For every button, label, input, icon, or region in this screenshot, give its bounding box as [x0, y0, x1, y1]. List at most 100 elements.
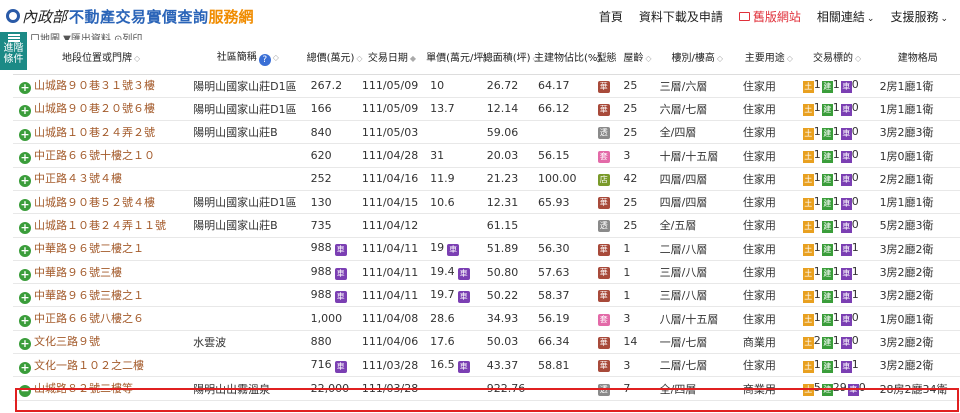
- address-link[interactable]: 山城路９０巷３１號３樓: [34, 79, 155, 92]
- column-header[interactable]: 屋齡 ◇: [619, 44, 656, 75]
- cell-total-price: 988 車: [306, 237, 358, 261]
- table-row[interactable]: + 中華路９６號二樓之１ 988 車 111/04/11 19 車 51.89 56.30 華 1 二…: [13, 237, 960, 261]
- address-link[interactable]: 山城路１０巷２４弄２號: [34, 126, 155, 139]
- column-header[interactable]: 建物格局: [875, 44, 960, 75]
- column-header[interactable]: 單價(萬元/坪) ◇: [426, 44, 495, 75]
- sort-icon[interactable]: ◇: [134, 54, 140, 63]
- cell-date: 111/05/09: [357, 97, 427, 122]
- land-icon: 土: [802, 151, 814, 164]
- expand-icon[interactable]: +: [19, 198, 31, 211]
- sub-toolbar[interactable]: 口地圖 ▼匯出資料 ⊙列印: [30, 30, 142, 40]
- parking-icon: 車: [840, 174, 852, 187]
- land-count: 1: [813, 101, 821, 115]
- nav-old-site[interactable]: 舊版網站: [738, 8, 801, 25]
- expand-icon[interactable]: +: [19, 245, 31, 258]
- sort-icon[interactable]: ◇: [645, 54, 651, 63]
- address-link[interactable]: 文化三路９號: [34, 335, 100, 348]
- table-row[interactable]: + 山城路９０巷５２號４樓 陽明山國家山莊D1區 130 111/04/15 10.6 12…: [13, 190, 960, 215]
- table-row[interactable]: + 山城路９０巷３１號３樓 陽明山國家山莊D1區 267.2 111/05/09 10 26…: [13, 74, 960, 98]
- collapse-icon[interactable]: −: [19, 385, 31, 397]
- nav-download[interactable]: 資料下載及申請: [639, 8, 723, 25]
- address-link[interactable]: 中華路９６號二樓之１: [34, 242, 144, 255]
- expand-icon[interactable]: +: [19, 82, 31, 95]
- expand-icon[interactable]: +: [19, 268, 31, 281]
- address-link[interactable]: 山城路９０巷５２號４樓: [34, 196, 155, 209]
- sort-icon[interactable]: ◇: [787, 54, 793, 63]
- expand-icon[interactable]: +: [19, 175, 31, 188]
- address-link[interactable]: 中正路４３號４樓: [34, 172, 122, 185]
- address-link[interactable]: 山城路８２號二樓等: [34, 382, 133, 395]
- cell-unit-price: 11.9: [426, 167, 483, 191]
- parking-icon: 車: [457, 360, 470, 373]
- land-icon: 土: [802, 384, 814, 396]
- sort-icon[interactable]: ◇: [717, 54, 723, 63]
- expand-icon[interactable]: +: [19, 221, 31, 234]
- column-header[interactable]: 地段位置或門牌 ◇: [13, 44, 190, 75]
- address-link[interactable]: 中正路６６號十樓之１０: [34, 149, 155, 162]
- building-count: 1: [832, 171, 840, 185]
- column-header[interactable]: 主建物佔比(%) ◇: [533, 44, 609, 75]
- table-row[interactable]: + 中華路９６號三樓之１ 988 車 111/04/11 19.7 車 50.22 58.37 華…: [13, 283, 960, 308]
- address-link[interactable]: 中正路６６號八樓之６: [34, 312, 144, 325]
- sort-icon[interactable]: ◆: [410, 54, 416, 63]
- sort-icon[interactable]: ◇: [855, 54, 861, 63]
- address-link[interactable]: 山城路９０巷２０號６樓: [34, 102, 155, 115]
- land-count: 1: [813, 287, 821, 301]
- column-header[interactable]: 型態: [593, 44, 620, 75]
- expand-icon[interactable]: +: [19, 291, 31, 304]
- address-link[interactable]: 中華路９６號三樓: [34, 266, 122, 279]
- address-link[interactable]: 山城路１０巷２４弄１１號: [34, 219, 166, 232]
- table-row[interactable]: + 中正路４３號４樓 252 111/04/16 11.9 21.23 100.00 店 42 四…: [13, 167, 960, 191]
- parking-icon: 車: [334, 267, 347, 280]
- sort-icon[interactable]: ◇: [273, 53, 279, 62]
- cell-unit-price: 10: [426, 74, 483, 98]
- cell-community: 陽明山國家山莊B: [189, 213, 307, 238]
- parking-icon: 車: [840, 267, 852, 280]
- column-header[interactable]: 社區簡稱? ◇: [189, 44, 307, 75]
- cell-address: + 中華路９６號二樓之１: [13, 237, 190, 261]
- expand-icon[interactable]: +: [19, 361, 31, 374]
- cell-total-price: 988 車: [306, 283, 358, 308]
- cell-ratio: 56.19: [533, 306, 594, 331]
- column-header[interactable]: 樓別/樓高 ◇: [655, 44, 739, 75]
- expand-icon[interactable]: +: [19, 152, 31, 165]
- expand-icon[interactable]: +: [19, 128, 31, 141]
- address-link[interactable]: 中華路９６號三樓之１: [34, 289, 144, 302]
- cell-unit-price: [426, 213, 483, 238]
- address-link[interactable]: 文化一路１０２之二樓: [34, 359, 144, 372]
- expand-icon[interactable]: +: [19, 315, 31, 328]
- expand-icon[interactable]: +: [19, 338, 31, 351]
- column-header[interactable]: 總價(萬元) ◇: [306, 44, 363, 75]
- table-row[interactable]: + 中華路９６號三樓 988 車 111/04/11 19.4 車 50.80 57.63 華 1 三…: [13, 260, 960, 285]
- table-row[interactable]: − 山城路８２號二樓等 陽明山出霧溫泉 22,000 111/03/28 922.76 透 7…: [13, 376, 960, 401]
- parking-count: 1: [851, 241, 859, 255]
- cell-type: 店: [593, 167, 620, 191]
- column-header[interactable]: 交易日期 ◆: [357, 44, 427, 75]
- column-header[interactable]: 主要用途 ◇: [738, 44, 799, 75]
- table-row[interactable]: + 山城路１０巷２４弄１１號 陽明山國家山莊B 735 111/04/12 61.15 透 2…: [13, 213, 960, 238]
- nav-support[interactable]: 支援服務 ⌄: [890, 8, 948, 25]
- cell-date: 111/04/08: [357, 306, 427, 331]
- land-icon: 土: [802, 290, 814, 303]
- site-logo[interactable]: 內政部 不動產交易實價查詢 服務網: [6, 0, 254, 32]
- table-row[interactable]: + 中正路６６號八樓之６ 1,000 111/04/08 28.6 34.93 56.19 套…: [13, 306, 960, 331]
- table-row[interactable]: + 中正路６６號十樓之１０ 620 111/04/28 31 20.03 56.15 套 3 十層…: [13, 143, 960, 168]
- column-header[interactable]: 總面積(坪) ◇: [482, 44, 539, 75]
- info-icon[interactable]: ?: [258, 53, 271, 66]
- cell-layout: 1房0廳1衛: [875, 306, 960, 331]
- table-row[interactable]: + 文化三路９號 水雲波 880 111/04/06 17.6 50.03 66.34 華 14 一…: [13, 330, 960, 355]
- unit-price: 19: [430, 241, 445, 255]
- cell-area: 20.03: [482, 143, 534, 168]
- cell-date: 111/04/15: [357, 190, 427, 215]
- expand-icon[interactable]: +: [19, 105, 31, 118]
- land-count: 1: [813, 194, 821, 208]
- table-row[interactable]: + 山城路１０巷２４弄２號 陽明山國家山莊B 840 111/05/03 59.06 透 25…: [13, 120, 960, 145]
- cell-ratio: 65.93: [533, 190, 594, 215]
- cell-type: 華: [593, 74, 620, 98]
- nav-links[interactable]: 相關連結 ⌄: [817, 8, 875, 25]
- table-row[interactable]: + 山城路９０巷２０號６樓 陽明山國家山莊D1區 166 111/05/09 13.7 12…: [13, 97, 960, 122]
- nav-home[interactable]: 首頁: [599, 8, 623, 25]
- cell-floor: 三層/六層: [655, 74, 739, 98]
- column-header[interactable]: 交易標的 ◇: [798, 44, 876, 75]
- table-row[interactable]: + 文化一路１０２之二樓 716 車 111/03/28 16.5 車 43.37 58.81 華…: [13, 353, 960, 378]
